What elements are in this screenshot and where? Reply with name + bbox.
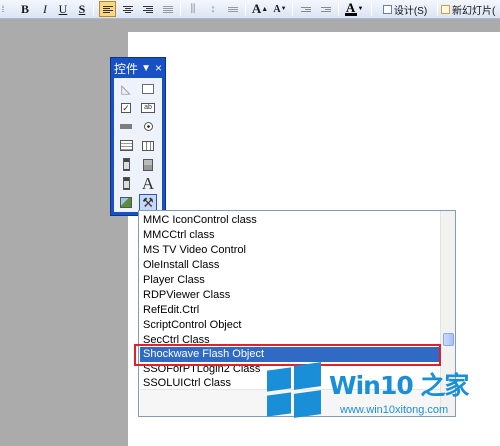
design-label: 设计(S) [393,5,428,17]
command-button-tool[interactable] [117,118,135,135]
combobox-icon [142,140,154,151]
option-button-tool[interactable] [139,118,157,135]
toolbar-grip[interactable]: ⁞ [0,1,6,17]
line-spacing-icon: ↕ [210,3,216,15]
toolbar-separator [437,2,438,16]
columns-icon: ⫼ [190,2,196,15]
textbox-tool[interactable]: ab [139,99,157,116]
listbox-tool[interactable] [117,137,135,154]
properties-tool[interactable] [139,80,157,97]
grow-font-button[interactable]: A ▲ [251,1,269,17]
new-slide-button[interactable]: 新幻灯片( [441,1,500,17]
numbering-icon [228,6,238,12]
shadow-button[interactable]: S [74,1,90,17]
toolbar-separator [180,2,181,16]
bold-button[interactable]: B [17,1,33,17]
chevron-down-icon: ▼ [357,6,364,12]
spin-icon [143,158,153,171]
listbox-icon [119,140,133,151]
watermark-title: Win10 之家 [329,371,469,400]
checkbox-tool[interactable]: ✓ [117,99,135,116]
textbox-icon: ab [141,102,155,113]
toolbox-title: 控件 [114,61,139,76]
list-item[interactable]: ScriptControl Object [140,318,440,333]
align-left-icon [102,5,113,13]
up-arrow-icon: ▲ [261,5,269,13]
line-spacing-button[interactable]: ↕ [205,1,221,17]
toolbar-separator [93,2,94,16]
numbering-button[interactable] [225,1,241,17]
watermark: Win10 之家 www.win10xitong.com [267,362,500,446]
shrink-font-button[interactable]: A ▼ [272,1,288,17]
increase-indent-icon [321,6,331,12]
italic-button[interactable]: I [37,1,53,17]
underline-button[interactable]: U [55,1,71,17]
more-controls-tool[interactable]: ⚒ [139,194,157,211]
align-right-icon [143,5,153,13]
image-icon [120,197,132,208]
watermark-url: www.win10xitong.com [340,404,449,416]
list-item[interactable]: OleInstall Class [140,258,440,273]
justify-icon [163,5,173,13]
design-mode-tool[interactable]: ◺ [117,80,135,97]
decrease-indent-button[interactable] [298,1,314,17]
align-right-button[interactable] [140,1,156,17]
list-item[interactable]: MMC IconControl class [140,213,440,228]
formatting-toolbar: ⁞ B I U S ⫼ ↕ A ▲ A ▼ A ▼ 设计(S) 新幻灯片( [0,0,500,19]
tools-icon: ⚒ [142,194,154,210]
scrollbar-thumb[interactable] [443,333,454,346]
increase-indent-button[interactable] [318,1,334,17]
label-icon: A [141,173,155,193]
radio-icon [143,122,153,131]
align-center-icon [123,5,133,13]
font-color-label: A [345,0,356,15]
new-slide-label: 新幻灯片( [452,5,496,17]
list-item[interactable]: RDPViewer Class [140,288,440,303]
toolbar-separator [292,2,293,16]
label-tool[interactable]: A [139,175,157,192]
control-toolbox-window: 控件 ▼ × ◺ ✓ ab A ⚒ [110,57,166,216]
scrollbar-tool[interactable] [117,175,135,192]
spin-button-tool[interactable] [139,156,157,173]
toolbar-separator [338,2,339,16]
list-item[interactable]: RefEdit.Ctrl [140,303,440,318]
toolbar-separator [245,2,246,16]
triangle-ruler-icon: ◺ [121,81,131,96]
list-item[interactable]: MS TV Video Control [140,243,440,258]
list-item[interactable]: MMCCtrl class [140,228,440,243]
scrollbar-icon [122,177,130,190]
combobox-tool[interactable] [139,137,157,154]
close-icon[interactable]: × [155,62,162,74]
columns-button[interactable]: ⫼ [185,1,201,17]
properties-icon [142,83,154,94]
toolbar-separator [371,2,372,16]
toolbox-title-bar[interactable]: 控件 ▼ × [111,58,165,78]
command-button-icon [120,124,132,129]
new-slide-icon [441,4,450,14]
design-icon [382,4,392,14]
decrease-indent-icon [301,6,311,12]
font-color-button[interactable]: A ▼ [343,1,365,17]
design-button[interactable]: 设计(S) [377,1,433,17]
align-left-button[interactable] [99,1,116,17]
list-item[interactable]: Player Class [140,273,440,288]
image-tool[interactable] [117,194,135,211]
toggle-icon [122,158,130,171]
align-center-button[interactable] [120,1,136,17]
toggle-button-tool[interactable] [117,156,135,173]
toolbox-menu-icon[interactable]: ▼ [141,63,151,74]
justify-button[interactable] [160,1,176,17]
checkbox-icon: ✓ [121,102,131,113]
font-color-swatch [344,13,357,16]
grow-font-label: A [251,1,262,16]
toolbox-tools: ◺ ✓ ab A ⚒ [114,78,162,212]
shrink-font-label: A [273,3,281,15]
windows-logo-icon [267,362,321,418]
down-arrow-icon: ▼ [280,6,287,12]
